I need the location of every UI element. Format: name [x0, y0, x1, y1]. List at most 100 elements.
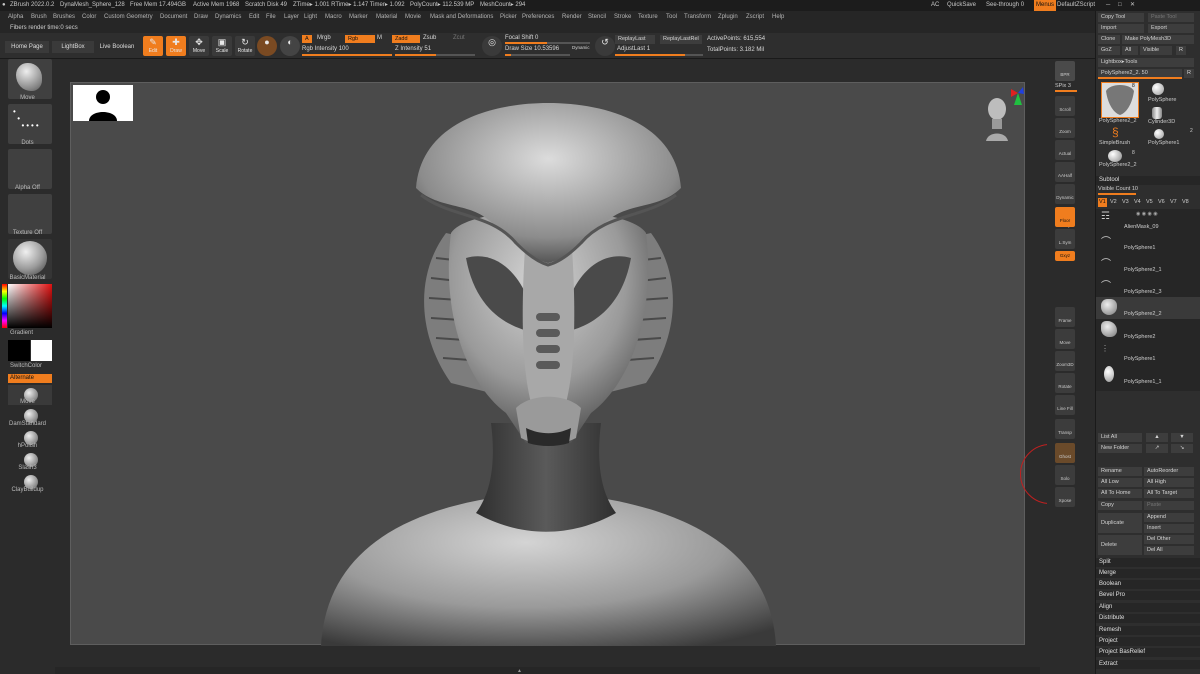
version-v2[interactable]: V2 — [1110, 198, 1117, 207]
replay-last-button[interactable]: ReplayLast — [615, 35, 655, 44]
subtool-item[interactable]: PolySphere1_1 — [1124, 379, 1162, 385]
distribute-section[interactable]: Distribute — [1096, 614, 1200, 623]
primary-color-swatch[interactable] — [8, 340, 30, 361]
goz-button[interactable]: GoZ — [1098, 46, 1120, 55]
merge-section[interactable]: Merge — [1096, 569, 1200, 578]
menu-item[interactable]: Transform — [684, 11, 711, 23]
duplicate-button[interactable]: Duplicate — [1098, 513, 1142, 533]
goz-visible-button[interactable]: Visible — [1140, 46, 1172, 55]
draw-mode-button[interactable]: ✚ Draw — [166, 36, 186, 56]
new-folder-button[interactable]: New Folder — [1098, 444, 1142, 453]
adjust-last-track[interactable] — [615, 54, 703, 56]
version-v5[interactable]: V5 — [1146, 198, 1153, 207]
menu-item[interactable]: Layer — [284, 11, 299, 23]
gizmo-toggle-button[interactable]: ◐ — [280, 36, 300, 56]
window-close-icon[interactable]: ✕ — [1130, 0, 1135, 11]
zadd-toggle[interactable]: Zadd — [392, 35, 420, 43]
move-down-arrow-icon[interactable]: ▼ — [1171, 433, 1193, 442]
lightbox-button[interactable]: LightBox — [52, 41, 94, 53]
append-button[interactable]: Append — [1144, 513, 1194, 522]
move-up-icon[interactable]: ↗ — [1146, 444, 1168, 453]
quicksave-button[interactable]: QuickSave — [947, 0, 976, 11]
focal-shift-track[interactable] — [505, 42, 590, 44]
bpr-button[interactable]: BPR — [1055, 61, 1075, 81]
aahalf-button[interactable]: AAHalf — [1055, 162, 1075, 182]
project-section[interactable]: Project — [1096, 637, 1200, 646]
color-picker[interactable] — [8, 284, 52, 328]
solo-button[interactable]: Solo — [1055, 465, 1075, 485]
menu-item[interactable]: Help — [772, 11, 784, 23]
subtool-item[interactable]: PolySphere2_2 — [1124, 311, 1162, 317]
zsub-toggle[interactable]: Zsub — [423, 35, 436, 41]
auto-reorder-button[interactable]: AutoReorder — [1144, 467, 1194, 476]
version-v4[interactable]: V4 — [1134, 198, 1141, 207]
move-down-icon[interactable]: ↘ — [1171, 444, 1193, 453]
hue-strip[interactable] — [2, 284, 7, 328]
axis-gizmo[interactable] — [1011, 85, 1025, 109]
material-swatch[interactable]: ● — [257, 36, 277, 56]
version-v8[interactable]: V8 — [1182, 198, 1189, 207]
ac-button[interactable]: AC — [931, 0, 939, 11]
replay-button[interactable]: ↺ — [595, 36, 615, 56]
material-thumb[interactable] — [8, 239, 52, 279]
zcut-toggle[interactable]: Zcut — [453, 35, 465, 41]
dynamic-persp-button[interactable]: Dynamic Persp — [1055, 184, 1075, 228]
copy-subtool-button[interactable]: Copy — [1098, 501, 1142, 510]
frame-button[interactable]: Frame — [1055, 307, 1075, 327]
home-page-button[interactable]: Home Page — [5, 41, 49, 53]
a-toggle[interactable]: A — [302, 35, 312, 43]
transp-button[interactable]: Transp — [1055, 419, 1075, 439]
window-minimize-icon[interactable]: ─ — [1106, 0, 1110, 11]
window-restore-icon[interactable]: □ — [1118, 0, 1122, 11]
see-through-slider[interactable]: See-through 0 — [986, 0, 1024, 11]
ghost-button[interactable]: Ghost — [1055, 443, 1075, 463]
lightbox-tools-button[interactable]: Lightbox▸Tools — [1098, 58, 1194, 67]
zoom3d-button[interactable]: Zoom3D — [1055, 351, 1075, 371]
current-brush-thumb[interactable] — [8, 59, 52, 99]
subtool-item[interactable]: PolySphere1 — [1124, 245, 1156, 251]
rename-button[interactable]: Rename — [1098, 467, 1142, 476]
menu-item[interactable]: Color — [82, 11, 96, 23]
adjust-last-slider[interactable]: AdjustLast 1 — [617, 46, 650, 52]
stroke-thumb[interactable]: • • •••• — [8, 104, 52, 144]
menu-item[interactable]: Mask and Deformations — [430, 11, 493, 23]
paste-subtool-button[interactable]: Paste — [1144, 501, 1194, 510]
default-zscript-button[interactable]: DefaultZScript — [1057, 0, 1095, 11]
mrgb-toggle[interactable]: Mrgb — [317, 35, 331, 41]
menu-item[interactable]: Alpha — [8, 11, 23, 23]
version-v3[interactable]: V3 — [1122, 198, 1129, 207]
scroll-button[interactable]: Scroll — [1055, 96, 1075, 116]
actual-button[interactable]: Actual — [1055, 140, 1075, 160]
menus-button[interactable]: Menus — [1034, 0, 1057, 11]
subtool-item[interactable]: PolySphere2_1 — [1124, 267, 1162, 273]
polysphere-thumb-icon[interactable] — [1152, 83, 1164, 95]
list-all-button[interactable]: List All — [1098, 433, 1142, 442]
rgb-toggle[interactable]: Rgb — [345, 35, 375, 43]
menu-item[interactable]: Material — [376, 11, 397, 23]
move-up-arrow-icon[interactable]: ▲ — [1146, 433, 1168, 442]
menu-item[interactable]: Zscript — [746, 11, 764, 23]
menu-item[interactable]: Dynamics — [215, 11, 241, 23]
live-boolean-button[interactable]: Live Boolean — [96, 41, 138, 53]
cylinder3d-thumb-icon[interactable] — [1152, 107, 1162, 119]
insert-button[interactable]: Insert — [1144, 524, 1194, 533]
replay-last-rel-button[interactable]: ReplayLastRel — [660, 35, 702, 44]
menu-item[interactable]: Render — [562, 11, 582, 23]
goz-r-button[interactable]: R — [1176, 46, 1186, 55]
split-section[interactable]: Split — [1096, 558, 1200, 567]
delete-button[interactable]: Delete — [1098, 535, 1142, 555]
spix-track[interactable] — [1055, 90, 1077, 92]
menu-item[interactable]: Light — [304, 11, 317, 23]
xpose-button[interactable]: Xpose — [1055, 487, 1075, 507]
import-button[interactable]: Import — [1098, 24, 1144, 33]
subtool-visibility-icon[interactable]: ◉ ◉ ◉ ◉ — [1136, 211, 1158, 217]
del-other-button[interactable]: Del Other — [1144, 535, 1194, 544]
make-polymesh-button[interactable]: Make PolyMesh3D — [1122, 35, 1194, 44]
subtool-item[interactable]: PolySphere2_3 — [1124, 289, 1162, 295]
simplebrush-thumb-icon[interactable]: § — [1112, 126, 1119, 138]
polysphere2-2-small-thumb-icon[interactable] — [1108, 150, 1122, 162]
bevel-pro-section[interactable]: Bevel Pro — [1096, 591, 1200, 600]
clone-button[interactable]: Clone — [1098, 35, 1120, 44]
extract-section[interactable]: Extract — [1096, 660, 1200, 669]
menu-item[interactable]: Brush — [31, 11, 47, 23]
